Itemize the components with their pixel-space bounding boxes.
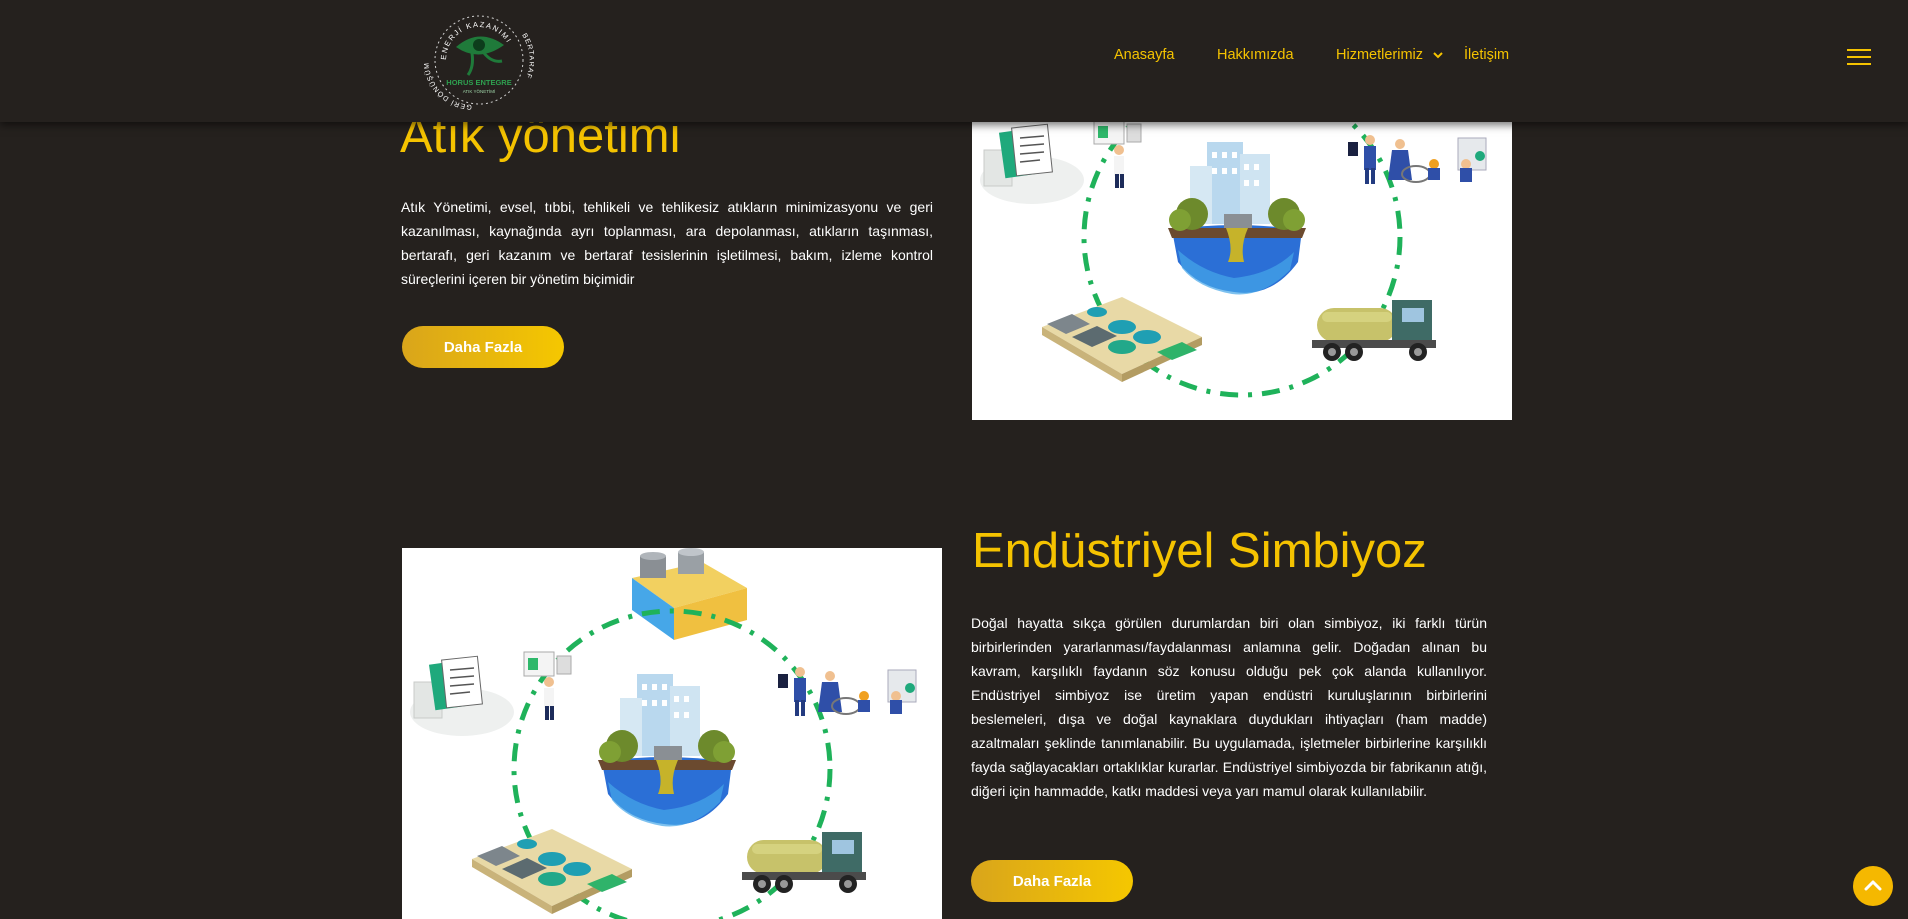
arrow-up-icon [1864,880,1882,891]
scroll-to-top-button[interactable] [1853,866,1893,906]
nav-home[interactable]: Anasayfa [1114,47,1174,63]
company-logo[interactable]: ENERJİ KAZANIMI GERİ DÖNÜŞÜM BERTARAF HO… [423,5,534,115]
septic-tank-icon [632,548,747,640]
logo-tagline: ATIK YÖNETİMİ [463,88,496,94]
waste-cycle-illustration [972,122,1512,420]
more-button[interactable]: Daha Fazla [971,860,1133,902]
site-header: ENERJİ KAZANIMI GERİ DÖNÜŞÜM BERTARAF HO… [0,0,1908,122]
eye-of-horus-icon [456,36,504,76]
more-button[interactable]: Daha Fazla [402,326,564,368]
section-title: Endüstriyel Simbiyoz [972,524,1427,578]
nav-contact[interactable]: İletişim [1464,47,1509,63]
section-text: Atık Yönetimi, evsel, tıbbi, tehlikeli v… [401,199,933,287]
chevron-down-icon[interactable] [1433,52,1443,59]
hamburger-menu-icon[interactable] [1847,49,1871,65]
section-text: Doğal hayatta sıkça görülen durumlardan … [971,615,1487,799]
nav-about[interactable]: Hakkımızda [1217,47,1294,63]
nav-services[interactable]: Hizmetlerimiz [1336,47,1423,63]
logo-brand: HORUS ENTEGRE [446,78,511,87]
symbiosis-cycle-illustration [402,548,942,919]
